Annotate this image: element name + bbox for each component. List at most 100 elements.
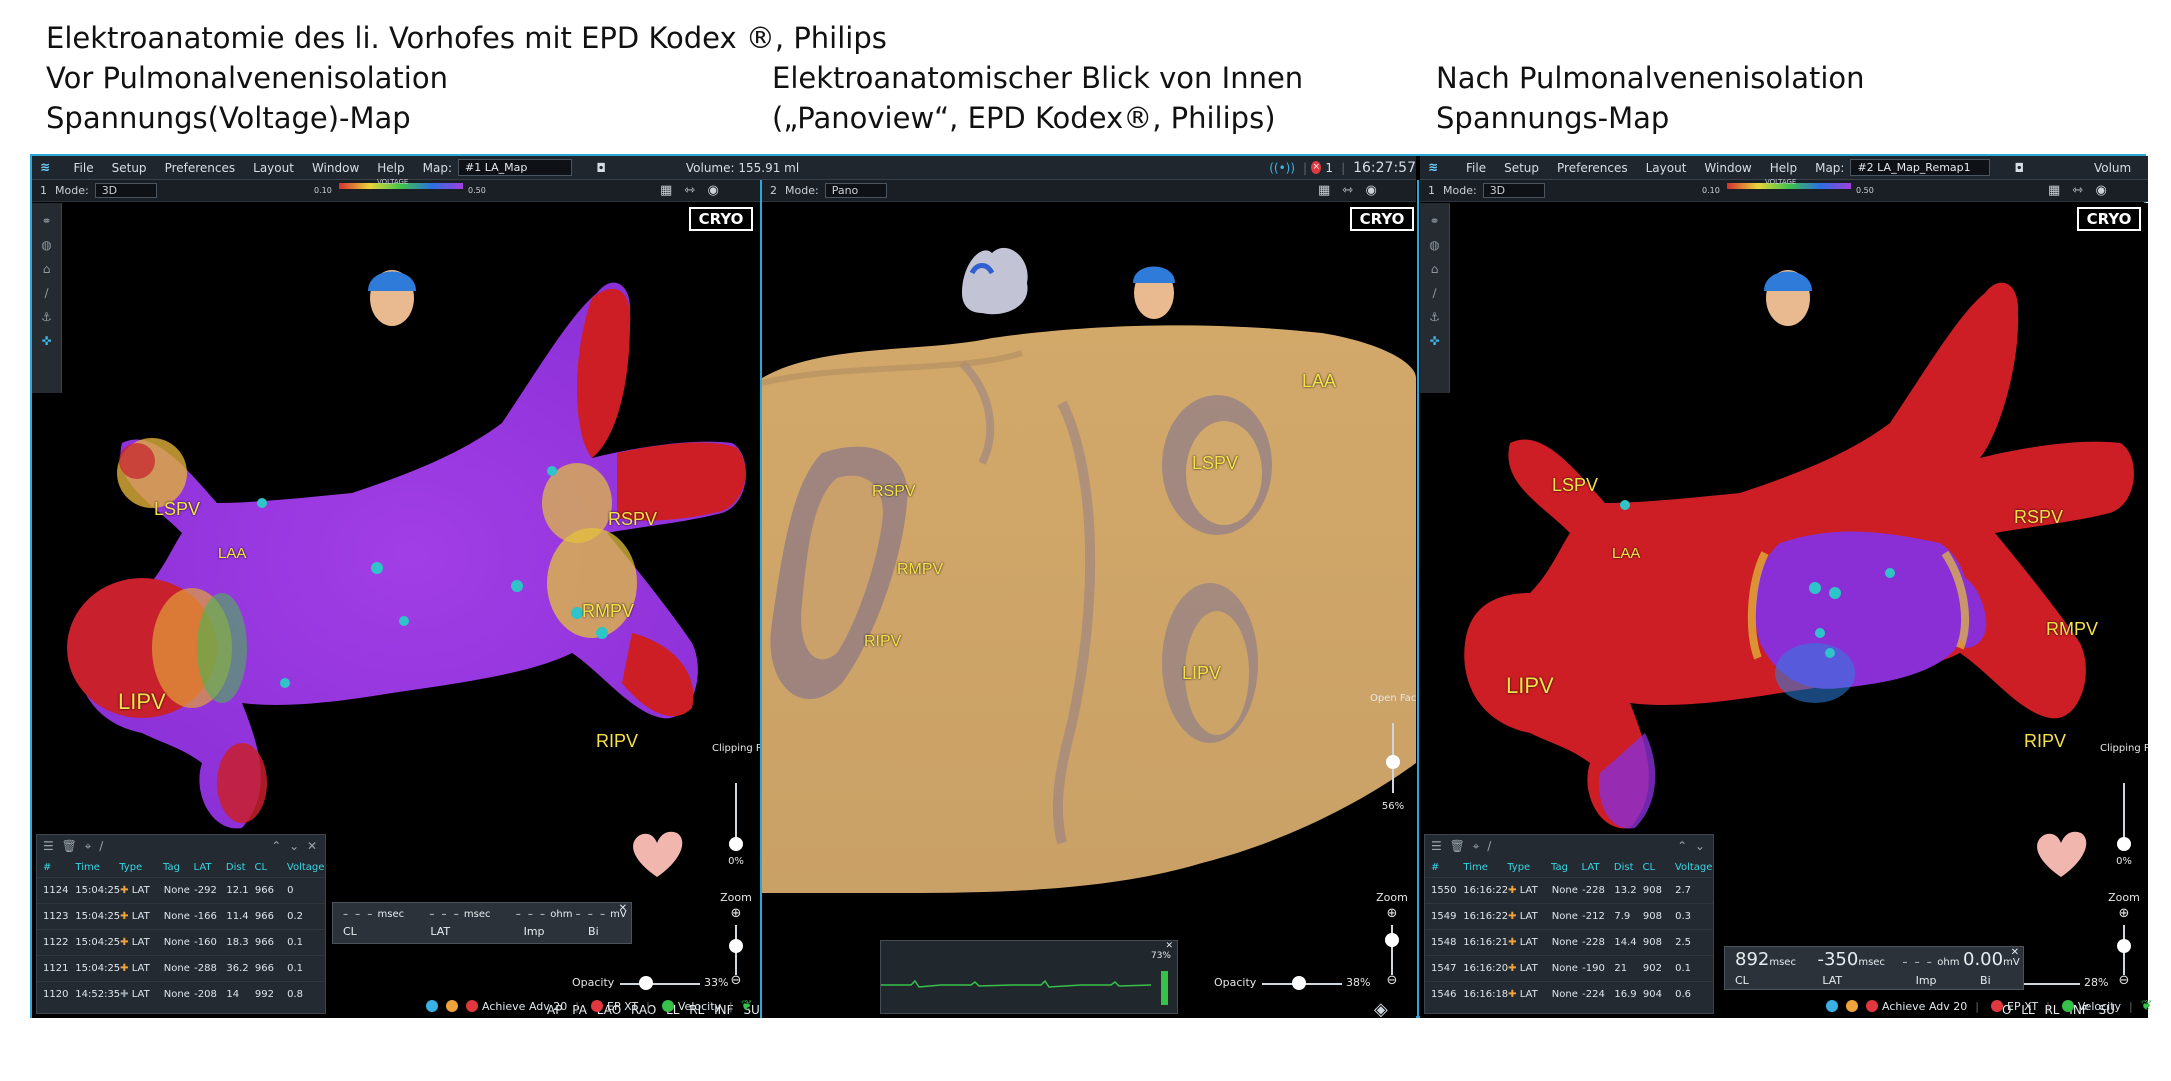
table-row[interactable]: 1546 16:16:18 ✚ LAT None -224 16.9 904 0.6	[1425, 981, 1713, 1007]
label-laa: LAA	[218, 545, 247, 562]
pen-tool-icon[interactable]: ∕	[38, 287, 56, 299]
zoom-in-icon[interactable]: ⊕	[726, 906, 746, 921]
zoom-in-icon-right[interactable]: ⊕	[2114, 906, 2134, 921]
pano-view-icon[interactable]: ◈	[1374, 999, 1388, 1018]
readout-imp-unit: ohm	[550, 909, 573, 920]
table-row[interactable]: 1123 15:04:25 ✚ LAT None -166 11.4 966 0.2	[37, 903, 325, 929]
alert-icon[interactable]: ×	[1311, 161, 1322, 174]
layout-tools-icon-middle[interactable]: ▦ ⇿ ◉	[1318, 183, 1377, 198]
mode-select-middle[interactable]: Pano	[824, 183, 887, 198]
readout-close-icon-right[interactable]: ✕	[2011, 947, 2019, 958]
menu-file-right[interactable]: File	[1466, 161, 1486, 175]
zoom-knob-middle[interactable]	[1385, 933, 1399, 947]
table-row[interactable]: 1550 16:16:22 ✚ LAT None -228 13.2 908 2.7	[1425, 877, 1713, 903]
clipping-plane-slider-right[interactable]	[2123, 783, 2125, 843]
table-row[interactable]: 1124 15:04:25 ✚ LAT None -292 12.1 966 0	[37, 877, 325, 903]
pane-number-right: 1	[1428, 184, 1435, 197]
pen-tool-icon-right[interactable]: ∕	[1426, 287, 1444, 299]
clipping-plane-slider[interactable]	[735, 783, 737, 843]
mode-select[interactable]: 3D	[94, 183, 157, 198]
ecg-close-icon[interactable]: ✕	[1165, 941, 1173, 951]
zoom-out-icon-middle[interactable]: ⊖	[1382, 973, 1402, 988]
anchor-tool-icon-right[interactable]: ⚓	[1426, 311, 1444, 323]
menu-preferences-right[interactable]: Preferences	[1557, 161, 1628, 175]
status-error-icon-right	[1866, 1000, 1878, 1012]
menu-help-right[interactable]: Help	[1770, 161, 1797, 175]
landmark-tool-icon-right[interactable]: ⌂	[1426, 263, 1444, 275]
menu-layout-right[interactable]: Layout	[1646, 161, 1687, 175]
zoom-knob[interactable]	[729, 939, 743, 953]
table-row[interactable]: 1122 15:04:25 ✚ LAT None -160 18.3 966 0.1	[37, 929, 325, 955]
lat-icon: ✚	[120, 963, 129, 974]
pane-number: 1	[40, 184, 47, 197]
eye-tool-icon[interactable]: ◍	[38, 239, 56, 251]
menu-window-right[interactable]: Window	[1704, 161, 1751, 175]
caption-middle: Elektroanatomischer Blick von Innen („Pa…	[772, 58, 1303, 138]
head-orientation-icon-right[interactable]	[1758, 253, 1818, 333]
table-row[interactable]: 1549 16:16:22 ✚ LAT None -212 7.9 908 0.3	[1425, 903, 1713, 929]
pane-divider-2	[1417, 180, 1419, 1018]
readout-labels: CL LAT Imp Bi	[343, 925, 599, 938]
zoom-in-icon-middle[interactable]: ⊕	[1382, 906, 1402, 921]
cell: -160	[194, 937, 217, 948]
readout-bi: Bi	[588, 925, 599, 938]
clipping-plane-knob-right[interactable]	[2117, 837, 2131, 851]
layout-tools-icon-right[interactable]: ▦ ⇿ ◉	[2048, 183, 2107, 198]
map-select[interactable]: #1 LA_Map	[458, 159, 573, 176]
menu-window[interactable]: Window	[312, 161, 359, 175]
eye-tool-icon-right[interactable]: ◍	[1426, 239, 1444, 251]
opacity-knob-middle[interactable]	[1292, 976, 1306, 990]
heart-orientation-icon[interactable]	[622, 815, 692, 885]
clipping-plane-value: 0%	[728, 856, 744, 867]
menu-preferences[interactable]: Preferences	[165, 161, 236, 175]
label-lspv: LSPV	[154, 499, 201, 519]
head-orientation-icon-middle[interactable]	[1124, 253, 1184, 323]
head-orientation-icon[interactable]	[362, 253, 422, 333]
zoom-out-icon-right[interactable]: ⊖	[2114, 973, 2134, 988]
layout-tools-icon[interactable]: ▦ ⇿ ◉	[660, 183, 719, 198]
panoview-render[interactable]	[762, 203, 1416, 1018]
lat-icon: ✚	[120, 911, 129, 922]
table-row[interactable]: 1547 16:16:20 ✚ LAT None -190 21 902 0.1	[1425, 955, 1713, 981]
catheter-tool-icon-right[interactable]: ⚭	[1426, 215, 1444, 227]
crosshair-tool-icon-right[interactable]: ✜	[1426, 335, 1444, 347]
voltage-label-right: VOLTAGE	[1765, 178, 1797, 186]
catheter-tool-icon[interactable]: ⚭	[38, 215, 56, 227]
table-toolbar[interactable]: ☰ 🗑 ⌖ ∕ ⌃ ⌄ ✕	[37, 835, 325, 857]
open-factor-knob[interactable]	[1386, 755, 1400, 769]
clipping-plane-knob[interactable]	[729, 837, 743, 851]
col-num: #	[43, 861, 52, 873]
mode-select-right[interactable]: 3D	[1482, 183, 1545, 198]
cell: 1122	[43, 937, 69, 948]
table-row[interactable]: 1548 16:16:21 ✚ LAT None -228 14.4 908 2.5	[1425, 929, 1713, 955]
anchor-tool-icon[interactable]: ⚓	[38, 311, 56, 323]
camera-icon[interactable]: ◘	[596, 161, 606, 175]
ecg-value: 73%	[1150, 951, 1171, 961]
menu-help[interactable]: Help	[377, 161, 404, 175]
menu-setup-right[interactable]: Setup	[1504, 161, 1539, 175]
opacity-knob[interactable]	[639, 976, 653, 990]
status-ep-right: EP XT	[2007, 999, 2039, 1013]
zoom-out-icon[interactable]: ⊖	[726, 973, 746, 988]
opacity-slider[interactable]	[620, 983, 700, 985]
lat-icon: ✚	[1508, 937, 1517, 948]
heart-orientation-icon-right[interactable]	[2026, 815, 2096, 885]
table-row[interactable]: 1121 15:04:25 ✚ LAT None -288 36.2 966 0.1	[37, 955, 325, 981]
menu-file[interactable]: File	[74, 161, 94, 175]
menu-layout[interactable]: Layout	[253, 161, 294, 175]
zoom-knob-right[interactable]	[2117, 939, 2131, 953]
pano-la-mini-icon[interactable]	[952, 233, 1042, 323]
menu-setup[interactable]: Setup	[112, 161, 147, 175]
crosshair-tool-icon[interactable]: ✜	[38, 335, 56, 347]
table-toolbar-right[interactable]: ☰ 🗑 ⌖ ∕ ⌃ ⌄	[1425, 835, 1713, 857]
readout-close-icon[interactable]: ✕	[619, 903, 627, 914]
cell: ✚ LAT	[120, 989, 164, 1000]
landmark-tool-icon[interactable]: ⌂	[38, 263, 56, 275]
cell: 992	[254, 989, 274, 1000]
map-select-right[interactable]: #2 LA_Map_Remap1	[1850, 159, 1991, 176]
table-row[interactable]: 1120 14:52:35 ✚ LAT None -208 14 992 0.8	[37, 981, 325, 1007]
map-label-right: Map:	[1815, 160, 1845, 175]
cell: None	[163, 937, 190, 948]
cell: LAT	[1519, 885, 1538, 896]
camera-icon-right[interactable]: ◘	[2014, 161, 2024, 175]
